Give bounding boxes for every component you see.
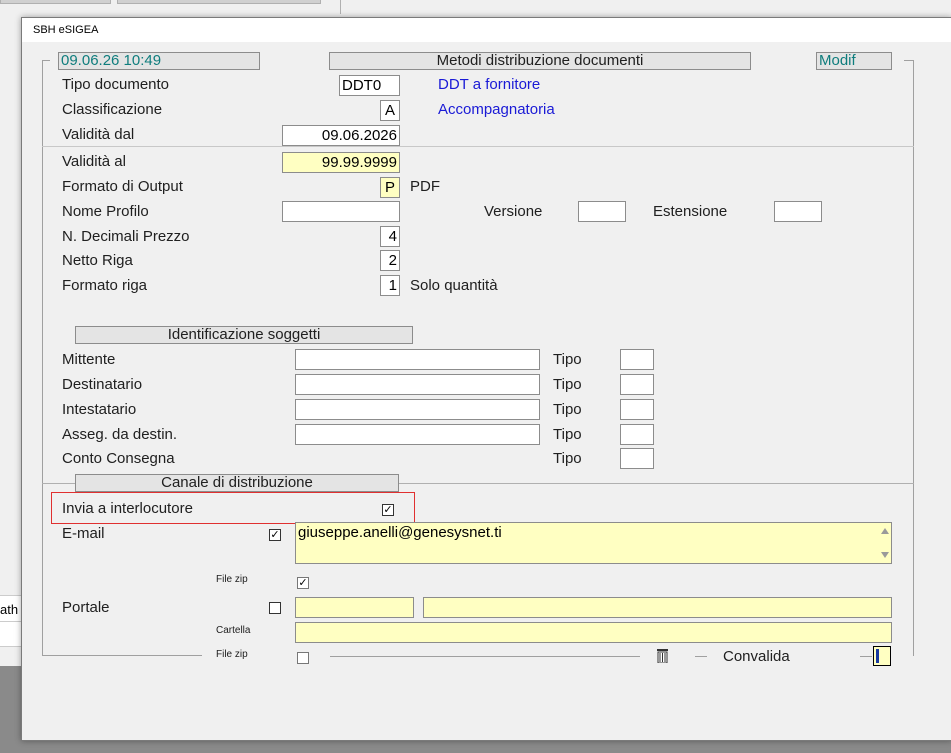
tipo-documento-description: DDT a fornitore bbox=[438, 76, 541, 93]
soggetti-section-title: Identificazione soggetti bbox=[75, 326, 413, 344]
destinatario-label: Destinatario bbox=[62, 376, 143, 393]
background-tab-1 bbox=[0, 0, 111, 4]
estensione-label: Estensione bbox=[653, 203, 728, 220]
email-label: E-mail bbox=[62, 525, 105, 542]
destinatario-tipo-label: Tipo bbox=[553, 376, 582, 393]
classificazione-input[interactable]: A bbox=[380, 100, 400, 121]
window-title: SBH eSIGEA bbox=[33, 24, 99, 36]
background-left-text: ath bbox=[0, 602, 19, 617]
group-bottom-line bbox=[42, 655, 202, 656]
bottom-separator-mid bbox=[695, 656, 707, 657]
netto-riga-input[interactable]: 2 bbox=[380, 250, 400, 271]
portale-input-1[interactable] bbox=[295, 597, 414, 618]
tipo-documento-input[interactable]: DDT0 bbox=[339, 75, 400, 96]
group-left-border bbox=[42, 60, 43, 656]
classificazione-label: Classificazione bbox=[62, 101, 163, 118]
email-checkbox[interactable]: ✓ bbox=[269, 529, 281, 541]
asseg-destin-label: Asseg. da destin. bbox=[62, 426, 178, 443]
asseg-destin-tipo-label: Tipo bbox=[553, 426, 582, 443]
convalida-button[interactable] bbox=[873, 646, 891, 666]
nome-profilo-label: Nome Profilo bbox=[62, 203, 149, 220]
decimali-prezzo-input[interactable]: 4 bbox=[380, 226, 400, 247]
formato-output-input[interactable]: P bbox=[380, 177, 400, 198]
bottom-separator-right bbox=[860, 656, 872, 657]
versione-input[interactable] bbox=[578, 201, 626, 222]
intestatario-tipo-input[interactable] bbox=[620, 399, 654, 420]
convalida-label: Convalida bbox=[723, 648, 790, 665]
group-right-border bbox=[913, 60, 914, 656]
conto-consegna-tipo-input[interactable] bbox=[620, 448, 654, 469]
nome-profilo-input[interactable] bbox=[282, 201, 400, 222]
email-file-zip-checkbox[interactable]: ✓ bbox=[297, 577, 309, 589]
portale-checkbox[interactable] bbox=[269, 602, 281, 614]
validita-al-input[interactable]: 99.99.9999 bbox=[282, 152, 400, 173]
portale-label: Portale bbox=[62, 599, 110, 616]
check-icon: ✓ bbox=[298, 577, 308, 589]
estensione-input[interactable] bbox=[774, 201, 822, 222]
email-file-zip-label: File zip bbox=[216, 574, 248, 585]
dialog-window: SBH eSIGEA 09.06.26 10:49 Metodi distrib… bbox=[21, 17, 951, 741]
scroll-down-icon[interactable] bbox=[881, 552, 889, 558]
versione-label: Versione bbox=[484, 203, 543, 220]
mittente-input[interactable] bbox=[295, 349, 540, 370]
background-left-line bbox=[0, 621, 22, 622]
datetime-display: 09.06.26 10:49 bbox=[58, 52, 260, 70]
mittente-tipo-label: Tipo bbox=[553, 351, 582, 368]
scroll-up-icon[interactable] bbox=[881, 528, 889, 534]
cartella-label: Cartella bbox=[216, 625, 251, 636]
group-top-left-line bbox=[42, 60, 50, 61]
portale-file-zip-label: File zip bbox=[216, 649, 248, 660]
formato-riga-label: Formato riga bbox=[62, 277, 148, 294]
background-tab-2 bbox=[117, 0, 321, 4]
bottom-separator-left bbox=[330, 656, 640, 657]
netto-riga-label: Netto Riga bbox=[62, 252, 133, 269]
invia-interlocutore-label: Invia a interlocutore bbox=[62, 500, 193, 517]
intestatario-input[interactable] bbox=[295, 399, 540, 420]
conto-consegna-tipo-label: Tipo bbox=[553, 450, 582, 467]
email-textarea[interactable]: giuseppe.anelli@genesysnet.ti bbox=[295, 522, 892, 564]
validita-dal-label: Validità dal bbox=[62, 126, 135, 143]
asseg-destin-tipo-input[interactable] bbox=[620, 424, 654, 445]
mittente-tipo-input[interactable] bbox=[620, 349, 654, 370]
cartella-input[interactable] bbox=[295, 622, 892, 643]
conto-consegna-label: Conto Consegna bbox=[62, 450, 175, 467]
check-icon: ✓ bbox=[270, 529, 280, 541]
email-value: giuseppe.anelli@genesysnet.ti bbox=[298, 524, 502, 541]
classificazione-description: Accompagnatoria bbox=[438, 101, 555, 118]
validita-al-label: Validità al bbox=[62, 153, 126, 170]
destinatario-input[interactable] bbox=[295, 374, 540, 395]
intestatario-label: Intestatario bbox=[62, 401, 137, 418]
invia-interlocutore-checkbox[interactable]: ✓ bbox=[382, 504, 394, 516]
portale-file-zip-checkbox[interactable] bbox=[297, 652, 309, 664]
destinatario-tipo-input[interactable] bbox=[620, 374, 654, 395]
background-divider bbox=[340, 0, 341, 14]
intestatario-tipo-label: Tipo bbox=[553, 401, 582, 418]
formato-output-label: Formato di Output bbox=[62, 178, 183, 195]
validita-dal-input[interactable]: 09.06.2026 bbox=[282, 125, 400, 146]
formato-riga-input[interactable]: 1 bbox=[380, 275, 400, 296]
decimali-prezzo-label: N. Decimali Prezzo bbox=[62, 228, 190, 245]
formato-riga-description: Solo quantità bbox=[410, 277, 498, 294]
canale-section-title: Canale di distribuzione bbox=[75, 474, 399, 492]
page-title: Metodi distribuzione documenti bbox=[329, 52, 751, 70]
mittente-label: Mittente bbox=[62, 351, 116, 368]
trash-icon[interactable] bbox=[657, 649, 668, 663]
separator-line bbox=[42, 146, 914, 147]
formato-output-description: PDF bbox=[410, 178, 440, 195]
asseg-destin-input[interactable] bbox=[295, 424, 540, 445]
mode-indicator: Modif bbox=[816, 52, 892, 70]
title-bar[interactable]: SBH eSIGEA bbox=[22, 18, 951, 42]
tipo-documento-label: Tipo documento bbox=[62, 76, 170, 93]
check-icon: ✓ bbox=[383, 504, 393, 516]
portale-input-2[interactable] bbox=[423, 597, 892, 618]
